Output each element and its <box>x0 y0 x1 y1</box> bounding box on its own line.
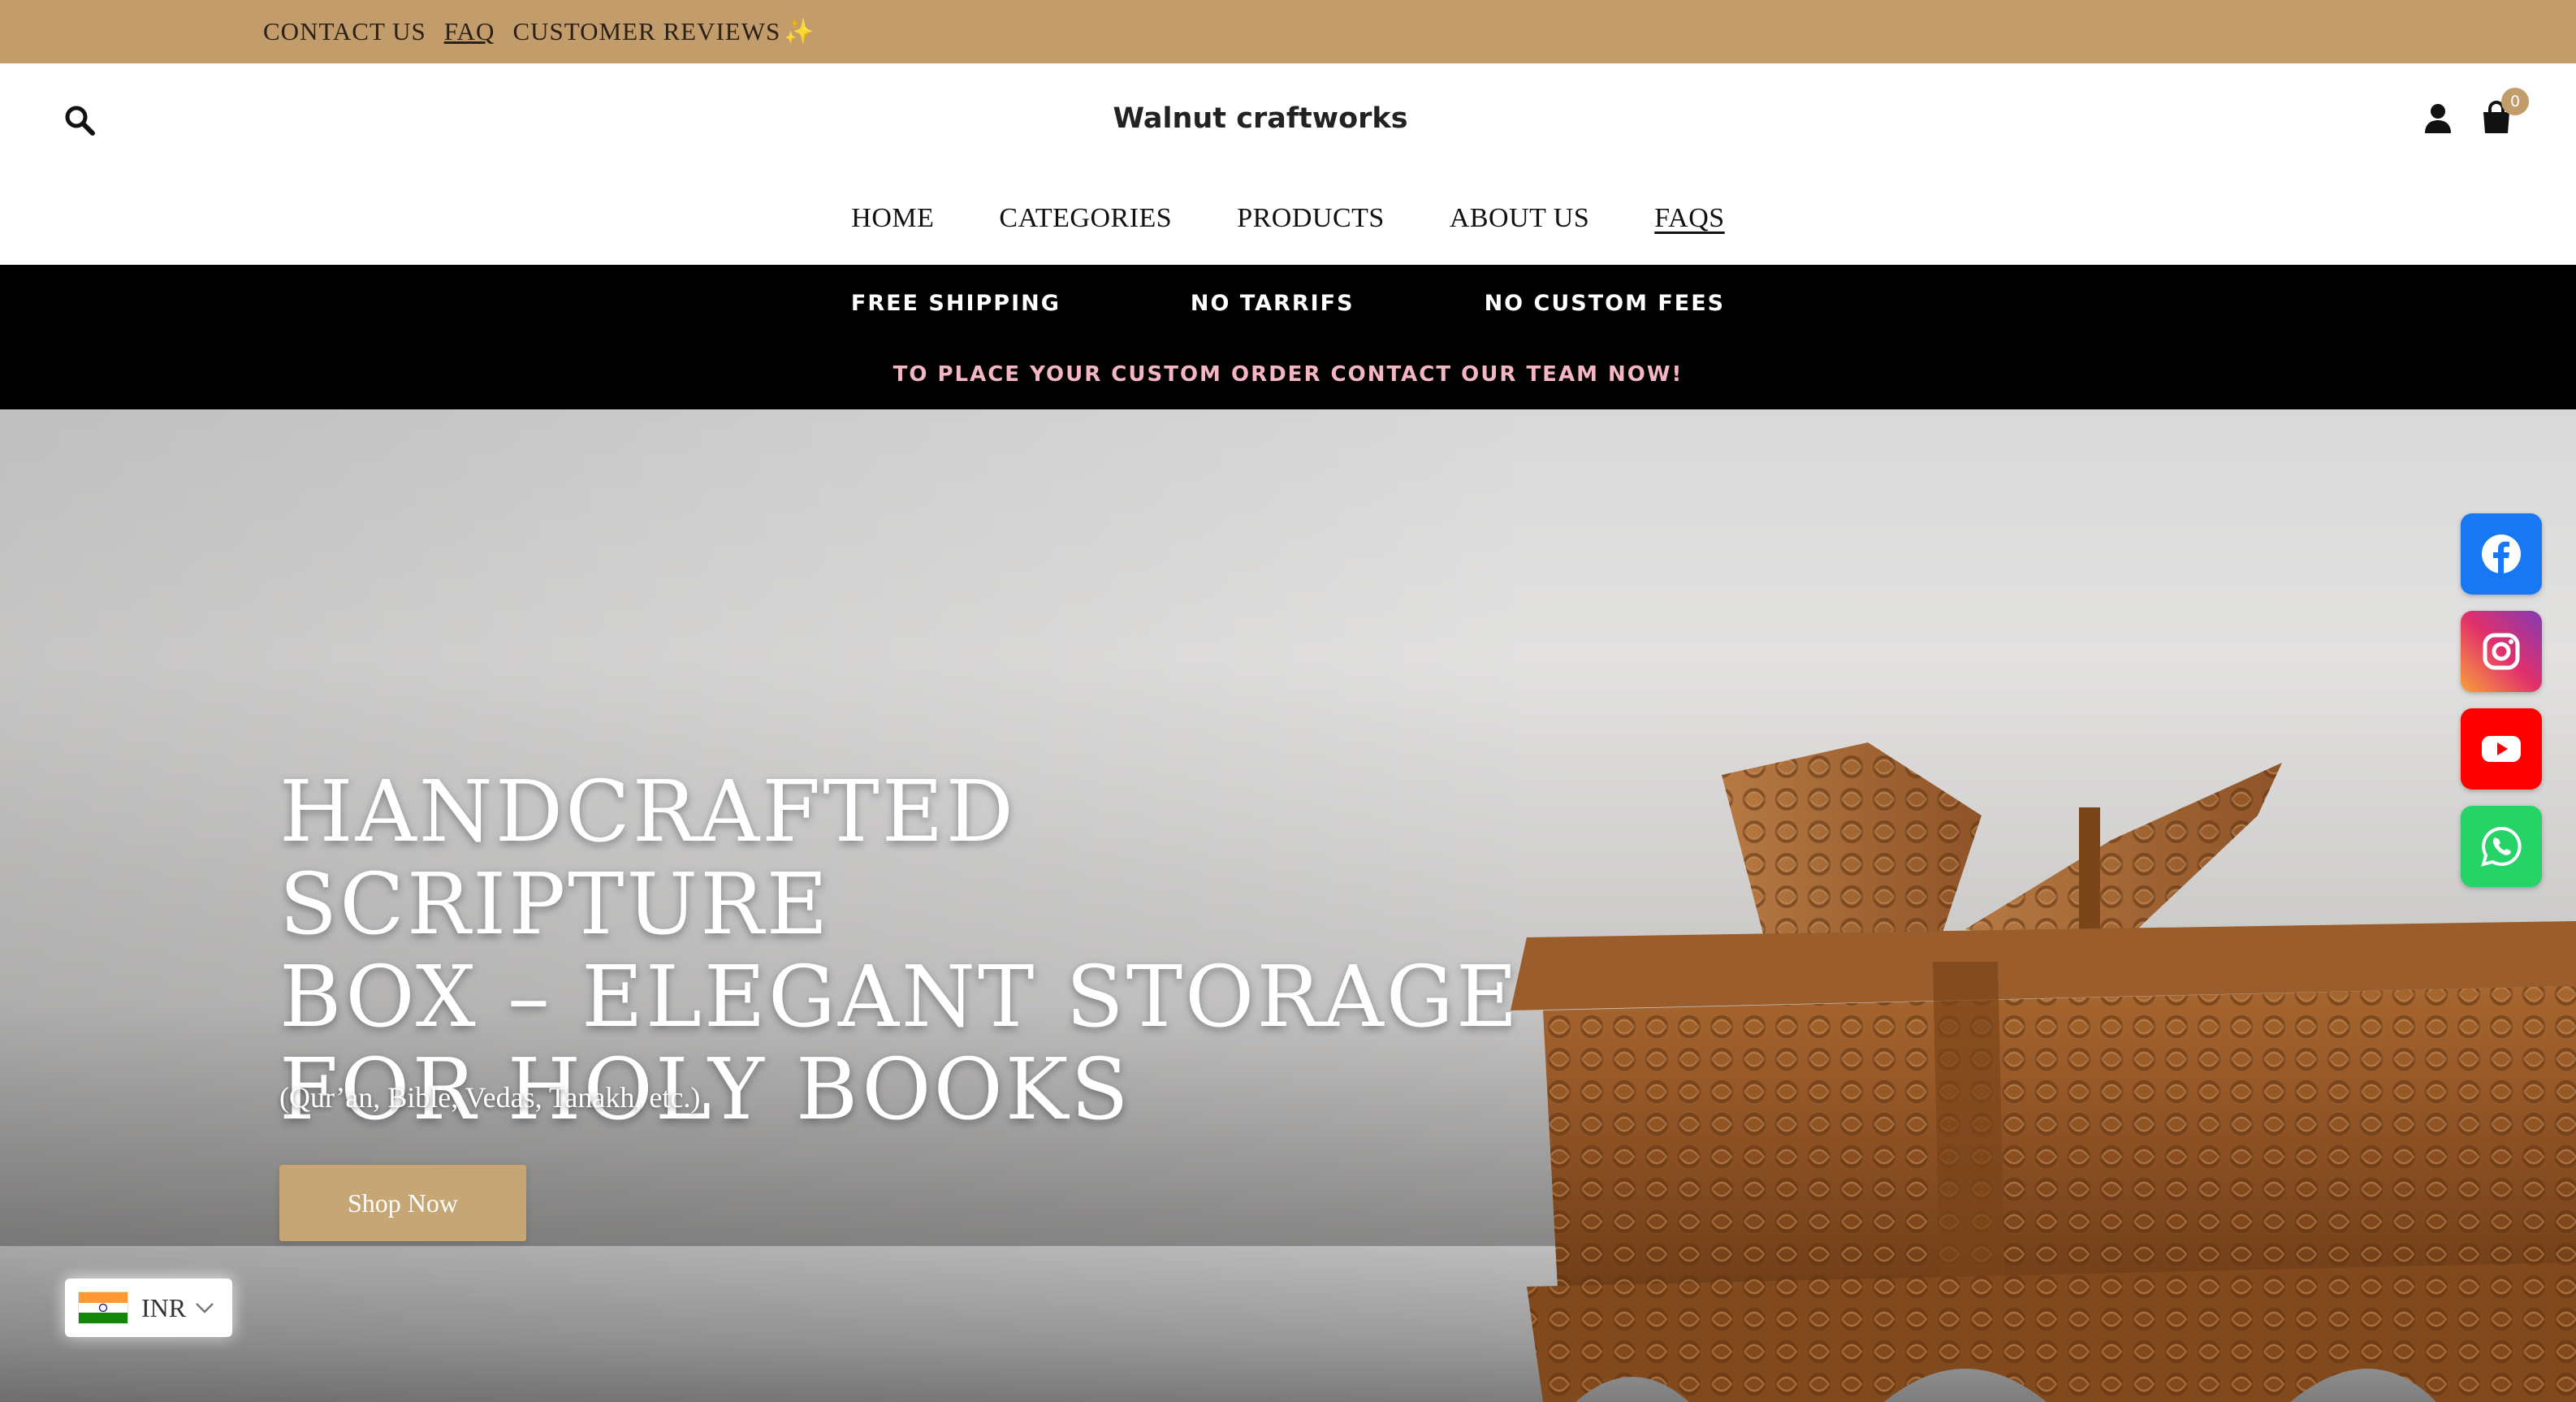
faq-link[interactable]: FAQ <box>444 17 495 46</box>
sparkle-icon: ✨ <box>784 18 815 45</box>
currency-code: INR <box>141 1292 187 1322</box>
nav-categories[interactable]: CATEGORIES <box>999 203 1172 234</box>
contact-us-link[interactable]: CONTACT US <box>263 17 426 46</box>
instagram-icon <box>2483 633 2520 670</box>
nav-faqs[interactable]: FAQS <box>1654 203 1724 234</box>
brand-name[interactable]: Walnut craftworks <box>0 102 2521 135</box>
promo-features: FREE SHIPPING NO TARRIFS NO CUSTOM FEES <box>0 291 2576 316</box>
site-header: Walnut craftworks 0 HOME CATEGORIES PROD… <box>0 63 2576 265</box>
announcement-bar: CONTACT US FAQ CUSTOMER REVIEWS ✨ <box>0 0 2576 63</box>
hero-title-line: BOX – ELEGANT STORAGE <box>279 947 1520 1046</box>
free-shipping-text: FREE SHIPPING <box>850 291 1061 316</box>
custom-order-notice[interactable]: TO PLACE YOUR CUSTOM ORDER CONTACT OUR T… <box>0 362 2576 387</box>
promo-band: FREE SHIPPING NO TARRIFS NO CUSTOM FEES … <box>0 265 2576 409</box>
nav-home[interactable]: HOME <box>851 203 934 234</box>
nav-about-us[interactable]: ABOUT US <box>1450 203 1589 234</box>
account-icon[interactable] <box>2423 102 2453 135</box>
whatsapp-icon <box>2481 826 2522 867</box>
cart-count-badge: 0 <box>2501 88 2529 115</box>
instagram-button[interactable] <box>2461 611 2542 692</box>
no-custom-fees-text: NO CUSTOM FEES <box>1484 291 1726 316</box>
youtube-icon <box>2482 736 2521 762</box>
nav-products[interactable]: PRODUCTS <box>1237 203 1385 234</box>
customer-reviews-link[interactable]: CUSTOMER REVIEWS <box>512 17 780 46</box>
main-nav: HOME CATEGORIES PRODUCTS ABOUT US FAQS <box>0 203 2576 234</box>
hero-title-line: HANDCRAFTED SCRIPTURE <box>279 762 1016 954</box>
youtube-button[interactable] <box>2461 708 2542 790</box>
topbar-links: CONTACT US FAQ CUSTOMER REVIEWS ✨ <box>263 17 815 46</box>
no-tarrifs-text: NO TARRIFS <box>1190 291 1355 316</box>
facebook-button[interactable] <box>2461 513 2542 595</box>
india-flag-icon <box>78 1292 128 1324</box>
chevron-down-icon <box>196 1303 214 1313</box>
whatsapp-button[interactable] <box>2461 806 2542 887</box>
shop-now-button[interactable]: Shop Now <box>279 1165 526 1241</box>
facebook-icon <box>2482 534 2521 573</box>
hero-subtitle: (Qur’an, Bible, Vedas, Tanakh, etc.) <box>279 1081 701 1114</box>
scripture-box-image <box>1511 742 2576 1402</box>
hero-banner: HANDCRAFTED SCRIPTURE BOX – ELEGANT STOR… <box>0 409 2576 1402</box>
currency-selector[interactable]: INR <box>65 1279 232 1337</box>
